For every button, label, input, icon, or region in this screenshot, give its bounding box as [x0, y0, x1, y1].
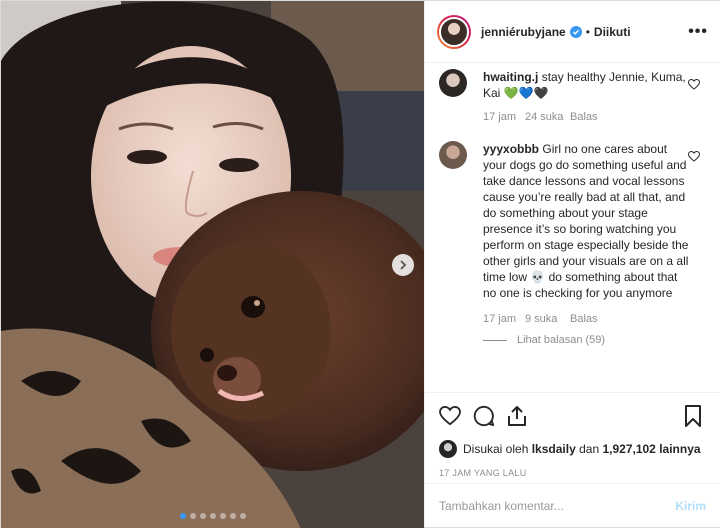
comment-item: yyyxobbb Girl no one cares about your do…	[439, 141, 710, 301]
liker-username[interactable]: lksdaily	[532, 442, 576, 456]
post-timestamp[interactable]: 17 JAM YANG LALU	[439, 468, 706, 478]
comments-list[interactable]: hwaiting.j stay healthy Jennie, Kuma, Ka…	[425, 63, 720, 391]
verified-badge-icon	[569, 25, 582, 38]
bookmark-icon[interactable]	[684, 405, 702, 427]
view-replies-button[interactable]: Lihat balasan (59)	[483, 334, 710, 346]
commenter-avatar[interactable]	[439, 69, 467, 97]
comment-text: Girl no one cares about your dogs go do …	[483, 142, 689, 300]
comment-time[interactable]: 17 jam	[483, 111, 525, 123]
post-actions: Disukai oleh lksdaily dan 1,927,102 lain…	[425, 392, 720, 478]
reply-button[interactable]: Balas	[570, 111, 598, 123]
likes-count[interactable]: 1,927,102 lainnya	[602, 442, 700, 456]
carousel-dot	[229, 513, 236, 519]
post-header: jenniérubyjane • Diikuti •••	[425, 1, 720, 63]
heart-icon[interactable]	[688, 79, 700, 90]
separator-dot: •	[585, 24, 590, 39]
ellipsis-icon[interactable]: •••	[688, 23, 708, 41]
selfie-with-dog-image	[1, 1, 424, 528]
share-icon[interactable]	[507, 405, 527, 427]
carousel-dot	[209, 513, 216, 519]
comment-composer: Kirim	[425, 483, 720, 527]
author-username[interactable]: jenniérubyjane	[481, 25, 566, 39]
carousel-dot	[239, 513, 246, 519]
liked-by-and: dan	[579, 442, 600, 456]
comment-time[interactable]: 17 jam	[483, 313, 525, 325]
comment-content: hwaiting.j stay healthy Jennie, Kuma, Ka…	[483, 69, 691, 101]
like-heart-icon[interactable]	[439, 406, 461, 426]
comment-bubble-icon[interactable]	[473, 405, 495, 427]
likes-summary: Disukai oleh lksdaily dan 1,927,102 lain…	[439, 440, 706, 458]
post-photo[interactable]	[1, 1, 424, 528]
comment-input[interactable]	[439, 498, 676, 513]
replies-divider	[483, 339, 507, 341]
liked-by-prefix: Disukai oleh	[463, 442, 529, 456]
carousel-dot	[219, 513, 226, 519]
commenter-username[interactable]: hwaiting.j	[483, 70, 538, 84]
carousel-dot	[199, 513, 206, 519]
carousel-dot	[179, 513, 186, 519]
reply-button[interactable]: Balas	[570, 313, 598, 325]
carousel-indicator	[1, 513, 424, 519]
follow-status-button[interactable]: Diikuti	[594, 25, 631, 39]
comment-likes[interactable]: 9 suka	[525, 313, 570, 325]
carousel-dot	[189, 513, 196, 519]
liker-avatar[interactable]	[439, 440, 457, 458]
heart-icon[interactable]	[688, 151, 700, 162]
post-details-panel: jenniérubyjane • Diikuti ••• hwaiting.j …	[424, 1, 720, 527]
commenter-avatar[interactable]	[439, 141, 467, 169]
view-replies-label: Lihat balasan (59)	[517, 334, 606, 346]
next-slide-button[interactable]	[392, 254, 414, 276]
commenter-username[interactable]: yyyxobbb	[483, 142, 539, 156]
author-avatar[interactable]	[437, 14, 471, 49]
comment-meta: 17 jam 9 suka Balas	[483, 313, 710, 325]
chevron-right-icon	[400, 260, 407, 270]
post-comment-button[interactable]: Kirim	[675, 499, 706, 513]
comment-meta: 17 jam 24 suka Balas	[483, 111, 710, 123]
instagram-post: jenniérubyjane • Diikuti ••• hwaiting.j …	[0, 0, 720, 528]
comment-content: yyyxobbb Girl no one cares about your do…	[483, 141, 691, 301]
comment-item: hwaiting.j stay healthy Jennie, Kuma, Ka…	[439, 69, 710, 101]
comment-likes[interactable]: 24 suka	[525, 111, 570, 123]
